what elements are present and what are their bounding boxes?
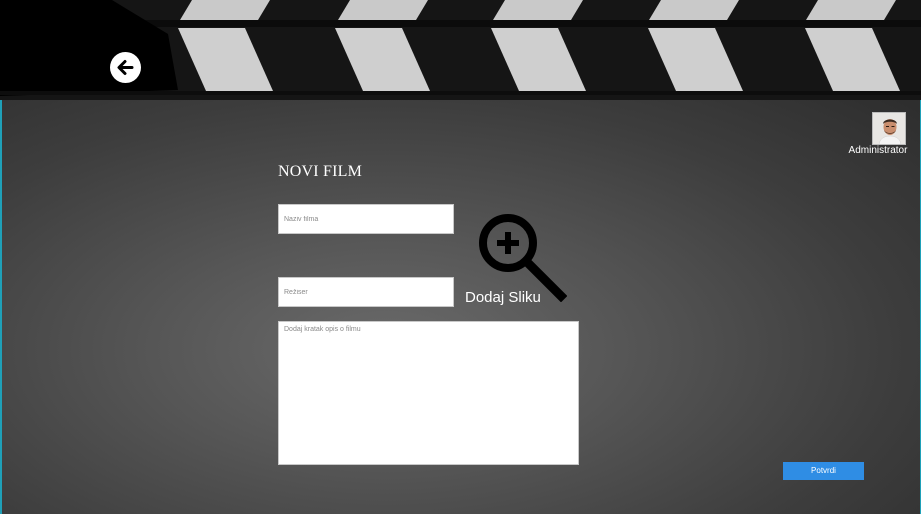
clapperboard-header — [0, 0, 921, 100]
add-image-button[interactable]: Dodaj Sliku — [463, 208, 573, 308]
confirm-button[interactable]: Potvrdi — [783, 462, 864, 480]
user-avatar-icon — [873, 113, 905, 144]
admin-username: Administrator — [848, 145, 908, 156]
add-image-label: Dodaj Sliku — [465, 289, 541, 306]
description-textarea[interactable] — [278, 321, 579, 465]
avatar[interactable] — [872, 112, 906, 145]
page-title: NOVI FILM — [278, 163, 363, 180]
back-button[interactable] — [110, 52, 141, 83]
movie-name-input[interactable] — [278, 204, 454, 234]
arrow-left-icon — [117, 60, 134, 75]
director-input[interactable] — [278, 277, 454, 307]
